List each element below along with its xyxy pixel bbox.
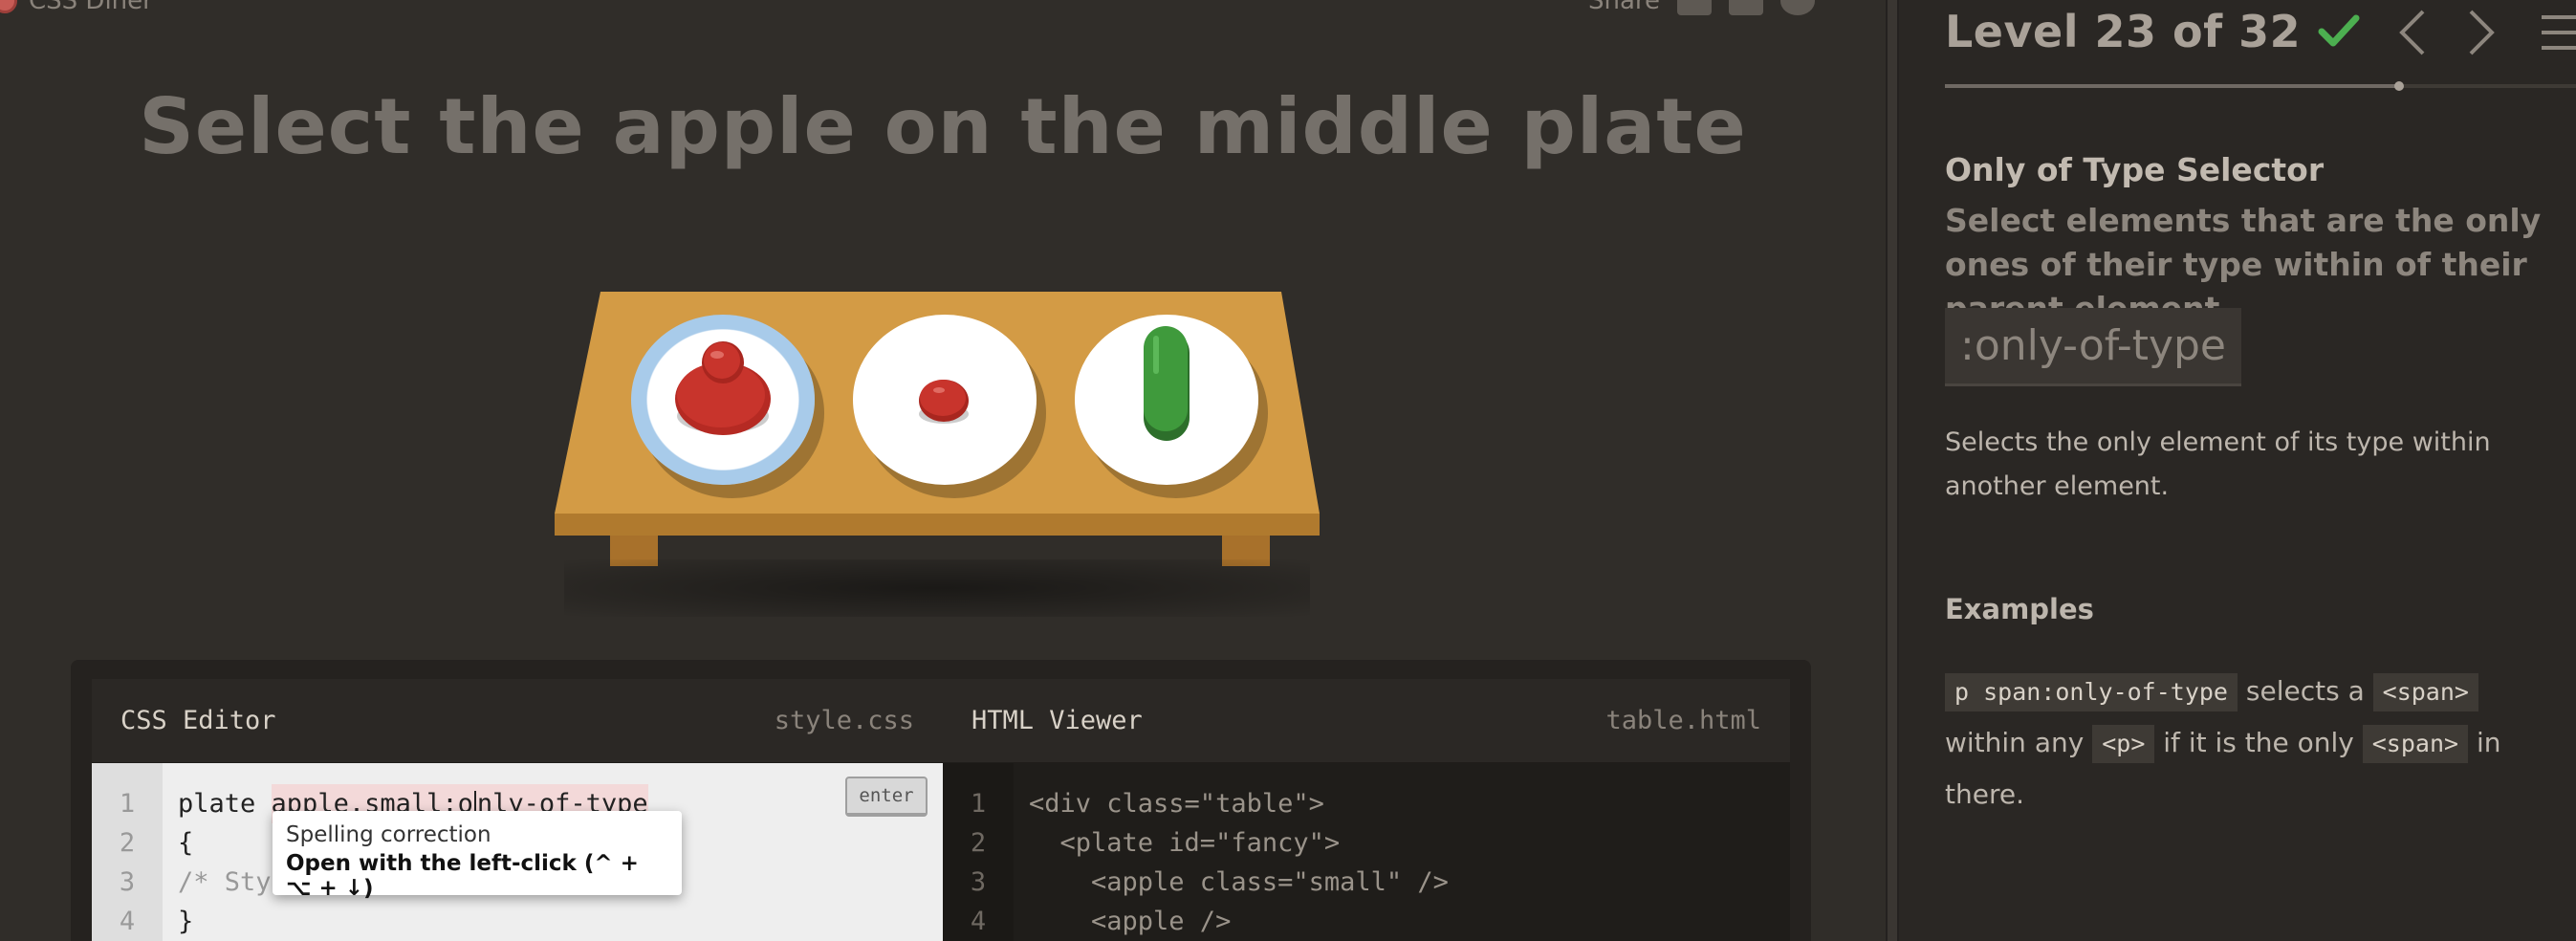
progress-marker bbox=[2394, 81, 2405, 91]
css-editor-filename: style.css bbox=[774, 706, 914, 735]
enter-button[interactable]: enter bbox=[845, 777, 928, 817]
tooltip-title: Spelling correction bbox=[286, 822, 491, 847]
sidebar: Level 23 of 32 Only of Type Selector Sel… bbox=[1899, 0, 2576, 941]
line-numbers: 1 2 3 4 bbox=[92, 763, 163, 941]
html-viewer-filename: table.html bbox=[1605, 706, 1761, 735]
example-text: if it is the only bbox=[2163, 727, 2354, 758]
line-number: 2 bbox=[119, 828, 136, 858]
line-number: 2 bbox=[970, 828, 987, 858]
menu-icon[interactable] bbox=[2538, 8, 2576, 57]
share-bar: Share bbox=[1588, 0, 1815, 15]
plate-fancy[interactable] bbox=[631, 315, 815, 485]
example-text: within any bbox=[1945, 727, 2085, 758]
example-code: <span> bbox=[2372, 673, 2478, 711]
plate[interactable] bbox=[1075, 315, 1258, 485]
tooltip-body: Open with the left-click (^ + ⌥ + ↓) bbox=[286, 851, 639, 901]
html-viewer-title: HTML Viewer bbox=[971, 706, 1143, 735]
css-line: } bbox=[178, 907, 194, 936]
example: p span:only-of-type selects a <span> wit… bbox=[1945, 666, 2566, 821]
email-icon[interactable] bbox=[1677, 0, 1712, 15]
level-header: Level 23 of 32 bbox=[1945, 6, 2362, 57]
selector-syntax: :only-of-type bbox=[1945, 308, 2241, 386]
top-bar: CSS Diner Share bbox=[0, 0, 1886, 19]
line-numbers: 1 2 3 4 bbox=[943, 763, 1014, 941]
check-icon bbox=[2318, 14, 2360, 47]
line-number: 4 bbox=[970, 907, 987, 936]
css-editor-header: CSS Editor style.css bbox=[92, 679, 943, 763]
level-progress bbox=[1945, 81, 2576, 91]
html-code: <div class="table"> <plate id="fancy"> <… bbox=[1014, 763, 1449, 941]
html-viewer-header: HTML Viewer table.html bbox=[943, 679, 1790, 763]
line-number: 4 bbox=[119, 907, 136, 936]
chevron-right-icon[interactable] bbox=[2467, 8, 2498, 57]
selector-name: Only of Type Selector bbox=[1945, 151, 2325, 188]
line-number: 3 bbox=[119, 867, 136, 897]
order-title: Select the apple on the middle plate bbox=[139, 82, 1747, 171]
line-number: 3 bbox=[970, 867, 987, 897]
html-line[interactable]: <apple /> bbox=[1029, 902, 1449, 941]
example-code: p span:only-of-type bbox=[1945, 673, 2238, 711]
chevron-left-icon[interactable] bbox=[2396, 8, 2427, 57]
logo-text: CSS Diner bbox=[29, 0, 153, 15]
html-line[interactable]: <plate id="fancy"> bbox=[1029, 823, 1449, 863]
spelling-tooltip[interactable]: Spelling correction Open with the left-c… bbox=[273, 811, 682, 901]
line-number: 1 bbox=[970, 789, 987, 819]
examples-title: Examples bbox=[1945, 593, 2094, 625]
css-editor-title: CSS Editor bbox=[120, 706, 276, 735]
logo[interactable]: CSS Diner bbox=[0, 0, 153, 15]
line-number: 1 bbox=[119, 789, 136, 819]
level-indicator[interactable]: Level 23 of 32 bbox=[1945, 6, 2301, 57]
example-code: <span> bbox=[2362, 725, 2469, 763]
apple[interactable] bbox=[673, 339, 773, 439]
progress-fill bbox=[1945, 84, 2400, 88]
game-pane: CSS Diner Share Select the apple on the … bbox=[0, 0, 1886, 941]
twitter-icon[interactable] bbox=[1780, 0, 1815, 15]
table-shadow bbox=[564, 559, 1310, 617]
example-text: selects a bbox=[2245, 675, 2365, 707]
selector-hint: Selects the only element of its type wit… bbox=[1945, 427, 2491, 501]
html-viewer-panel: HTML Viewer table.html 1 2 3 4 <div clas… bbox=[943, 679, 1790, 941]
css-input-prefix: plate bbox=[178, 789, 272, 819]
share-label: Share bbox=[1587, 0, 1660, 15]
level-nav bbox=[2396, 8, 2576, 57]
apple-small[interactable] bbox=[916, 374, 971, 426]
facebook-icon[interactable] bbox=[1729, 0, 1763, 15]
pickle[interactable] bbox=[1142, 326, 1191, 443]
css-editor-panel: CSS Editor style.css 1 2 3 4 plate apple… bbox=[92, 679, 943, 941]
pane-divider[interactable] bbox=[1886, 0, 1899, 941]
html-line[interactable]: <div class="table"> bbox=[1029, 784, 1449, 823]
html-viewer-body: 1 2 3 4 <div class="table"> <plate id="f… bbox=[943, 763, 1790, 941]
html-line[interactable]: <apple class="small" /> bbox=[1029, 863, 1449, 902]
plate[interactable] bbox=[853, 315, 1037, 485]
example-code: <p> bbox=[2092, 725, 2155, 763]
table bbox=[555, 292, 1320, 617]
logo-icon bbox=[0, 0, 17, 13]
